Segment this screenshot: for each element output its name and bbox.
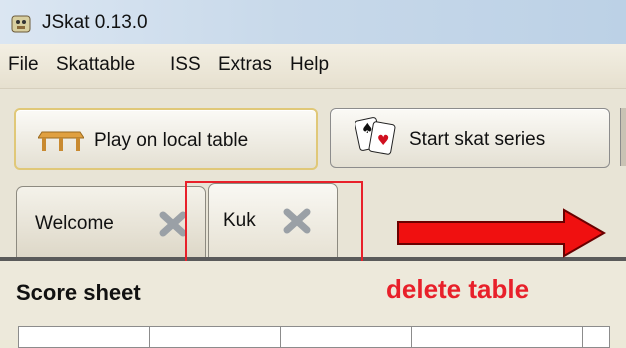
play-on-local-table-button[interactable]: Play on local table [14, 108, 318, 170]
table-column [19, 327, 150, 347]
table-column [412, 327, 583, 347]
menu-extras[interactable]: Extras [218, 54, 272, 76]
tab-welcome[interactable]: Welcome [16, 186, 206, 259]
svg-text:♥: ♥ [377, 133, 390, 149]
menu-iss[interactable]: ISS [170, 54, 201, 76]
window-title: JSkat 0.13.0 [42, 12, 148, 33]
score-sheet-table [18, 326, 610, 348]
menu-skattable[interactable]: Skattable [56, 54, 135, 76]
playing-cards-icon: ♠ ♥ [355, 117, 396, 155]
delete-table-annotation: delete table [386, 274, 530, 304]
table-icon [38, 131, 84, 151]
table-column [150, 327, 281, 347]
toolbar-overflow-edge [620, 108, 626, 166]
start-skat-series-button[interactable]: ♠ ♥ Start skat series [330, 108, 610, 168]
table-column [281, 327, 412, 347]
score-sheet-title: Score sheet [16, 280, 141, 305]
right-arrow-icon [397, 208, 606, 258]
menu-file[interactable]: File [8, 54, 39, 76]
tab-welcome-label: Welcome [35, 213, 114, 234]
play-on-local-table-label: Play on local table [94, 130, 249, 151]
jskat-app-icon [11, 15, 31, 33]
menu-help[interactable]: Help [290, 54, 329, 76]
start-skat-series-label: Start skat series [409, 129, 546, 150]
